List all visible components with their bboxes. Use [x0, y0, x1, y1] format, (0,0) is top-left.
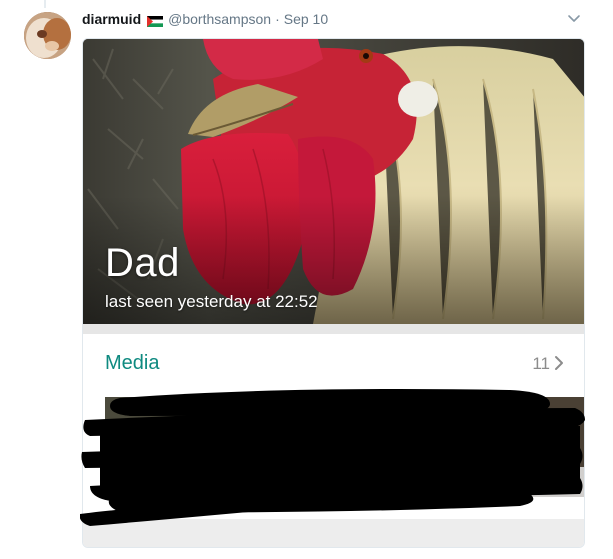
redaction-scribble	[80, 389, 585, 526]
avatar[interactable]	[24, 12, 71, 59]
thread-line	[44, 0, 46, 8]
section-divider	[83, 324, 584, 334]
media-label: Media	[105, 352, 160, 374]
media-count: 11	[532, 354, 550, 373]
last-seen-status: last seen yesterday at 22:52	[105, 292, 318, 311]
tweet[interactable]: diarmuid @borthsampson · Sep 10 Dad last…	[0, 0, 613, 559]
separator-dot: ·	[275, 11, 280, 27]
contact-name: Dad	[105, 241, 180, 285]
display-name[interactable]: diarmuid	[82, 11, 141, 27]
tweet-date[interactable]: Sep 10	[284, 11, 328, 27]
tweet-header: diarmuid @borthsampson · Sep 10	[82, 10, 328, 28]
chevron-right-icon[interactable]	[552, 354, 566, 372]
handle[interactable]: @borthsampson	[168, 11, 271, 27]
chevron-down-icon[interactable]	[566, 10, 582, 26]
rooster-photo: Dad last seen yesterday at 22:52	[83, 39, 584, 324]
palestine-flag-icon	[147, 14, 164, 27]
